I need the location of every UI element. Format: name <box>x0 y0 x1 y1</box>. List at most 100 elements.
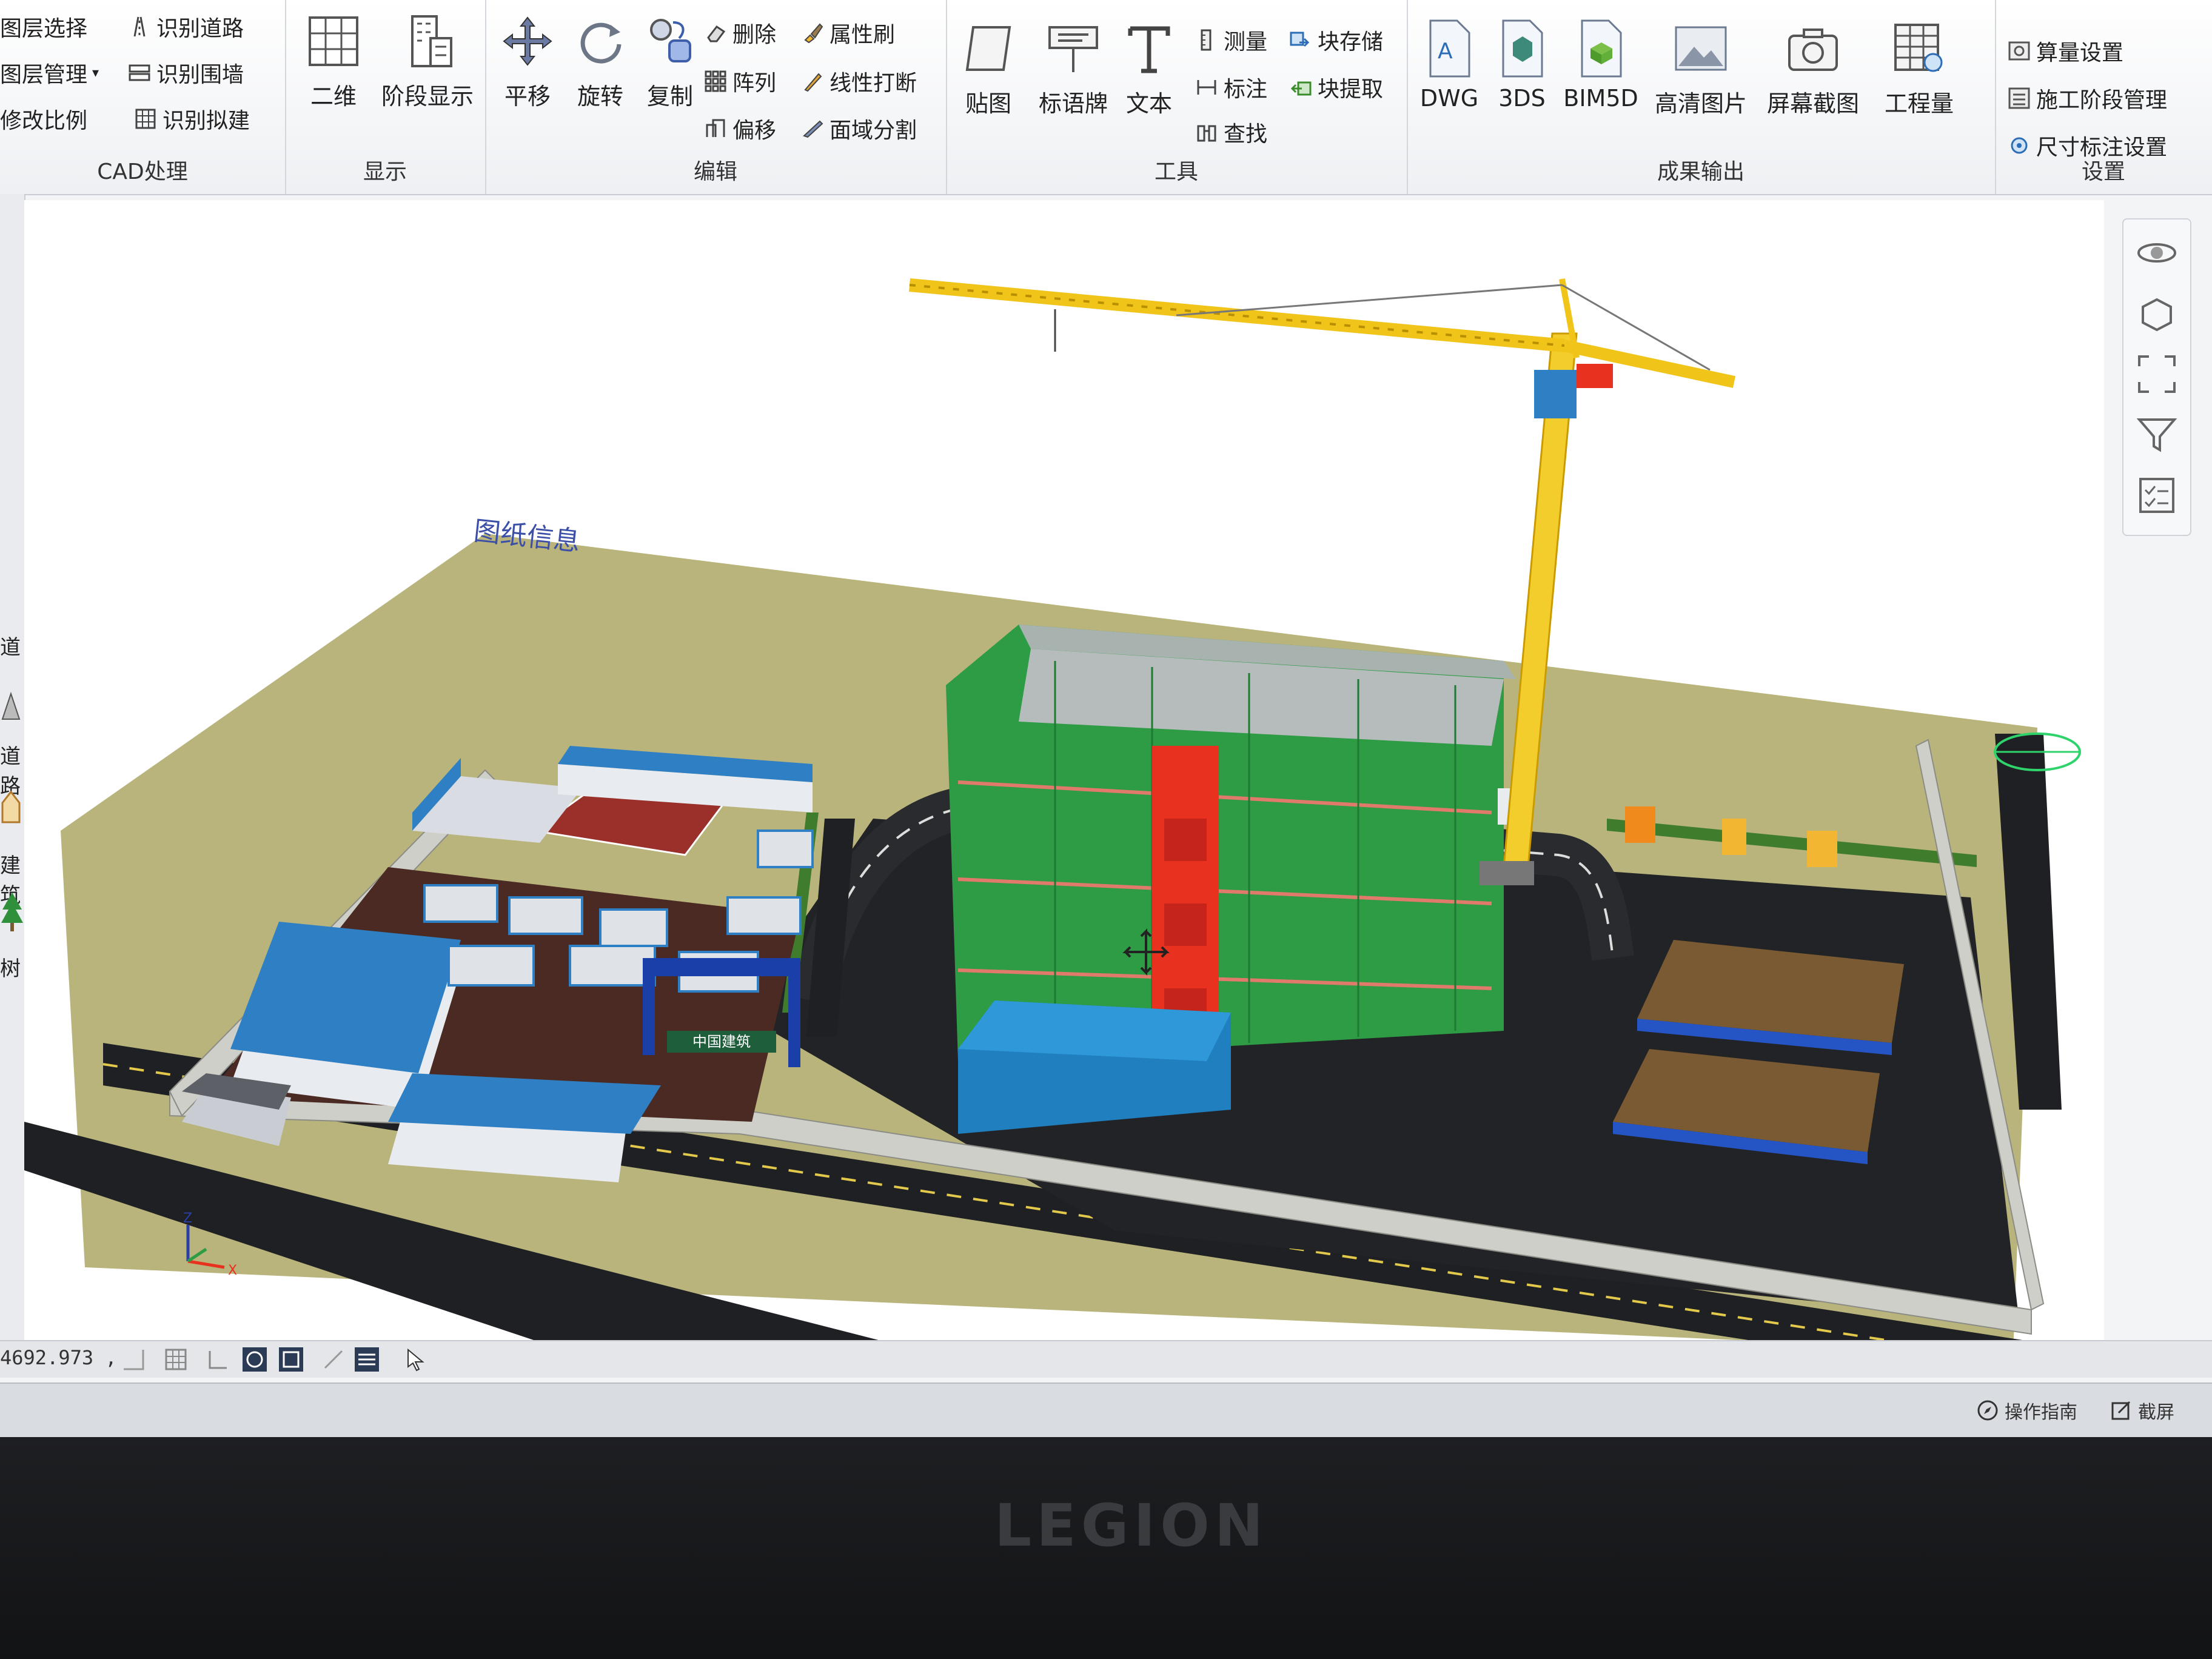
snap-point-icon[interactable] <box>121 1347 146 1372</box>
pencil-icon <box>800 69 825 93</box>
svg-text:A: A <box>1438 39 1453 64</box>
stage-manage-label: 施工阶段管理 <box>2036 88 2168 113</box>
slogan-board-label: 标语牌 <box>1038 90 1108 117</box>
operation-guide-button[interactable]: 操作指南 <box>1977 1397 2077 1424</box>
slogan-board-button[interactable]: 标语牌 <box>1031 18 1116 118</box>
pan-button[interactable]: 平移 <box>491 11 564 111</box>
hd-image-button[interactable]: 高清图片 <box>1649 18 1752 118</box>
view-2d-button[interactable]: 二维 <box>297 11 370 111</box>
gate-sign-text: 中国建筑 <box>692 1033 751 1050</box>
identify-road-button[interactable]: 识别道路 <box>127 11 244 42</box>
coordinate-readout: 4692.973 , <box>0 1346 117 1369</box>
layer-manage-label: 图层管理 <box>0 62 88 87</box>
zoom-extents-icon[interactable] <box>2130 347 2184 401</box>
3d-viewport[interactable]: 中国建筑 图纸信息 Z X <box>24 200 2104 1340</box>
quantity-label: 工程量 <box>1884 90 1954 117</box>
copy-shapes-icon <box>640 11 700 72</box>
screenshot-label: 截屏 <box>2138 1402 2174 1423</box>
layer-manage-button[interactable]: 图层管理 ▾ <box>0 57 99 89</box>
identify-proposed-label: 识别拟建 <box>163 109 250 133</box>
offset-icon <box>703 116 728 141</box>
polar-toggle-icon[interactable] <box>243 1347 267 1372</box>
identify-wall-button[interactable]: 识别围墙 <box>127 57 244 89</box>
brush-icon <box>800 21 825 45</box>
tracking-toggle-icon[interactable] <box>321 1347 346 1372</box>
identify-road-label: 识别道路 <box>156 16 244 41</box>
stage-manage-button[interactable]: 施工阶段管理 <box>2007 82 2167 114</box>
measure-button[interactable]: 测量 <box>1195 24 1267 56</box>
left-item-tree[interactable]: 树 <box>0 952 21 982</box>
quantity-settings-button[interactable]: 算量设置 <box>2007 35 2123 67</box>
select-cursor-icon[interactable] <box>403 1347 427 1372</box>
hd-image-label: 高清图片 <box>1654 90 1747 117</box>
group-label-cad: CAD处理 <box>97 159 188 184</box>
find-button[interactable]: 查找 <box>1195 116 1267 148</box>
texture-sheet-icon <box>958 18 1019 79</box>
rotate-icon <box>570 11 631 72</box>
bottom-bar: 操作指南 截屏 <box>0 1382 2212 1437</box>
layer-select-button[interactable]: 图层选择 <box>0 11 87 42</box>
filter-icon[interactable] <box>2130 407 2184 462</box>
offset-label: 偏移 <box>732 118 777 143</box>
screen-capture-button[interactable]: 屏幕截图 <box>1758 18 1868 118</box>
rotate-button[interactable]: 旋转 <box>564 11 637 111</box>
block-extract-button[interactable]: 块提取 <box>1289 72 1383 103</box>
array-grid-icon <box>703 69 728 93</box>
grid-2d-icon <box>303 11 364 72</box>
block-extract-label: 块提取 <box>1318 77 1384 102</box>
compass-icon <box>1977 1400 1998 1421</box>
export-dwg-button[interactable]: A DWG <box>1413 18 1486 112</box>
application-window: 图层选择 识别道路 图层管理 ▾ 识别围墙 修改比例 识别拟建 CAD处理 二维… <box>0 0 2212 1437</box>
rotate-label: 旋转 <box>577 83 623 110</box>
cube-view-icon[interactable] <box>2130 286 2184 341</box>
eraser-icon <box>703 21 728 45</box>
wall-icon <box>127 61 152 85</box>
line-break-label: 线性打断 <box>830 71 917 96</box>
block-save-button[interactable]: 块存储 <box>1289 24 1383 56</box>
delete-button[interactable]: 删除 <box>703 17 776 49</box>
dimension-icon <box>1195 75 1219 99</box>
road-tool-icon <box>0 691 22 727</box>
operation-guide-label: 操作指南 <box>2005 1402 2077 1423</box>
orbit-view-icon[interactable] <box>2130 226 2184 280</box>
line-break-button[interactable]: 线性打断 <box>800 65 917 97</box>
settings-gear-icon <box>2007 39 2031 63</box>
ribbon-group-output: A DWG 3DS BIM5D 高清图片 屏幕截图 工程量 成果输出 <box>1407 0 1996 194</box>
left-item-road-partial[interactable]: 道 <box>0 631 21 660</box>
annotate-label: 标注 <box>1224 77 1268 102</box>
block-save-label: 块存储 <box>1318 30 1384 55</box>
identify-proposed-button[interactable]: 识别拟建 <box>133 103 250 135</box>
lineweight-toggle-icon[interactable] <box>355 1347 379 1372</box>
checklist-icon[interactable] <box>2130 468 2184 523</box>
group-label-tools: 工具 <box>1154 159 1198 184</box>
screenshot-button[interactable]: 截屏 <box>2110 1397 2174 1424</box>
modify-scale-button[interactable]: 修改比例 <box>0 103 87 135</box>
offset-button[interactable]: 偏移 <box>703 113 776 144</box>
text-button[interactable]: 文本 <box>1116 18 1182 118</box>
find-binoculars-icon <box>1195 120 1219 144</box>
group-label-settings: 设置 <box>2081 159 2125 184</box>
export-3ds-button[interactable]: 3DS <box>1486 18 1558 112</box>
format-brush-button[interactable]: 属性刷 <box>800 17 895 49</box>
quantity-button[interactable]: 工程量 <box>1874 18 1965 118</box>
export-bim5d-button[interactable]: BIM5D <box>1558 18 1643 112</box>
bim5d-file-icon <box>1570 18 1631 79</box>
dropdown-arrow-icon: ▾ <box>92 65 99 81</box>
svg-text:X: X <box>228 1263 237 1278</box>
ortho-toggle-icon[interactable] <box>206 1347 230 1372</box>
3ds-file-icon <box>1492 18 1552 79</box>
road-icon <box>127 15 152 39</box>
grid-toggle-icon[interactable] <box>164 1347 188 1372</box>
export-bim5d-label: BIM5D <box>1563 85 1638 112</box>
copy-button[interactable]: 复制 <box>634 11 706 111</box>
knife-icon <box>800 116 825 141</box>
annotate-button[interactable]: 标注 <box>1195 72 1267 103</box>
stage-display-button[interactable]: 阶段显示 <box>376 11 479 111</box>
texture-button[interactable]: 贴图 <box>952 18 1025 118</box>
area-split-button[interactable]: 面域分割 <box>800 113 917 144</box>
tree-tool-icon <box>0 891 24 939</box>
left-component-panel: 道 道路 建筑 树 <box>0 194 25 1346</box>
find-label: 查找 <box>1224 122 1268 147</box>
array-button[interactable]: 阵列 <box>703 65 776 97</box>
object-snap-icon[interactable] <box>279 1347 303 1372</box>
